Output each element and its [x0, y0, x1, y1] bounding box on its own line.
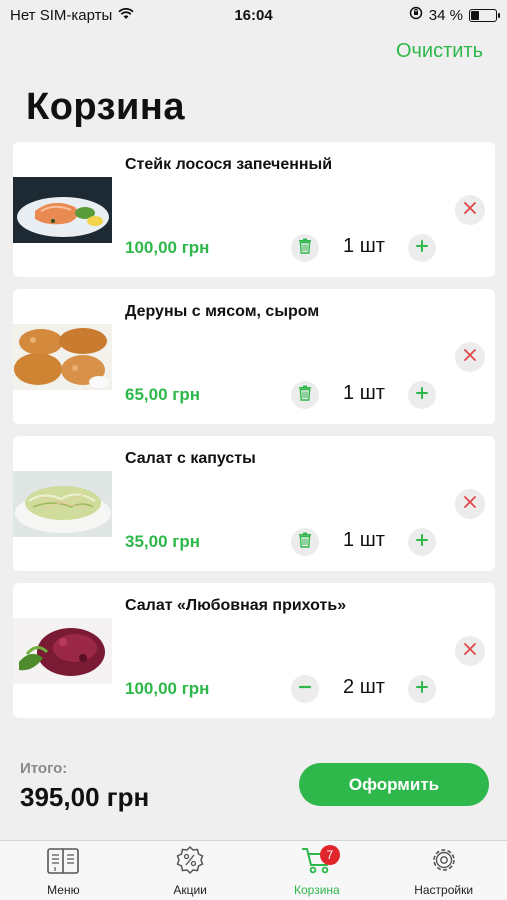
remove-item-button[interactable] [455, 636, 485, 666]
delete-item-button[interactable] [291, 234, 319, 262]
carrier-label: Нет SIM-карты [10, 6, 113, 24]
cart-item[interactable]: Салат с капусты 35,00 грн 1 шт [13, 436, 495, 571]
close-icon [464, 642, 476, 660]
remove-item-button[interactable] [455, 195, 485, 225]
tab-label: Меню [47, 883, 80, 897]
wifi-icon [118, 7, 134, 24]
plus-icon [416, 533, 428, 551]
tab-bar: Меню Акции 7 Корзина Настройки [0, 840, 507, 900]
decrease-quantity-button[interactable] [291, 675, 319, 703]
trash-icon [298, 238, 312, 259]
item-photo [13, 618, 112, 684]
remove-item-button[interactable] [455, 489, 485, 519]
battery-icon [469, 8, 500, 22]
increase-quantity-button[interactable] [408, 381, 436, 409]
item-name: Деруны с мясом, сыром [125, 303, 320, 320]
plus-icon [416, 386, 428, 404]
discount-icon [175, 845, 205, 880]
total-label: Итого: [20, 760, 68, 777]
tab-label: Акции [173, 883, 207, 897]
item-photo [13, 177, 112, 243]
close-icon [464, 348, 476, 366]
item-price: 100,00 грн [125, 679, 210, 698]
status-bar: Нет SIM-карты 16:04 34 % [0, 0, 507, 30]
delete-item-button[interactable] [291, 381, 319, 409]
item-photo [13, 471, 112, 537]
remove-item-button[interactable] [455, 342, 485, 372]
cart-badge: 7 [319, 845, 340, 865]
item-quantity: 1 шт [343, 529, 385, 551]
item-name: Салат «Любовная прихоть» [125, 597, 347, 614]
gear-icon [429, 845, 459, 880]
orientation-lock-icon [409, 6, 423, 24]
cart-item[interactable]: Стейк лосося запеченный 100,00 грн 1 шт [13, 142, 495, 277]
tab-menu[interactable]: Меню [0, 841, 127, 900]
clear-cart-button[interactable]: Очистить [396, 40, 483, 63]
close-icon [464, 201, 476, 219]
item-quantity: 2 шт [343, 676, 385, 698]
cart-item[interactable]: Деруны с мясом, сыром 65,00 грн 1 шт [13, 289, 495, 424]
plus-icon [416, 680, 428, 698]
plus-icon [416, 239, 428, 257]
checkout-button[interactable]: Оформить [299, 763, 489, 806]
item-quantity: 1 шт [343, 235, 385, 257]
item-price: 65,00 грн [125, 385, 200, 404]
trash-icon [298, 385, 312, 406]
tab-settings[interactable]: Настройки [380, 841, 507, 900]
cart-list: Стейк лосося запеченный 100,00 грн 1 шт [13, 142, 495, 730]
tab-label: Корзина [294, 883, 340, 897]
battery-percent: 34 % [428, 6, 463, 24]
item-name: Салат с капусты [125, 450, 256, 467]
minus-icon [298, 680, 312, 698]
page-title: Корзина [26, 86, 185, 128]
menu-book-icon [46, 847, 80, 880]
increase-quantity-button[interactable] [408, 528, 436, 556]
item-price: 35,00 грн [125, 532, 200, 551]
increase-quantity-button[interactable] [408, 675, 436, 703]
increase-quantity-button[interactable] [408, 234, 436, 262]
item-photo [13, 324, 112, 390]
close-icon [464, 495, 476, 513]
cart-item[interactable]: Салат «Любовная прихоть» 100,00 грн 2 шт [13, 583, 495, 718]
tab-promotions[interactable]: Акции [127, 841, 254, 900]
item-name: Стейк лосося запеченный [125, 156, 333, 173]
item-quantity: 1 шт [343, 382, 385, 404]
tab-cart[interactable]: 7 Корзина [254, 841, 381, 900]
delete-item-button[interactable] [291, 528, 319, 556]
total-value: 395,00 грн [20, 782, 150, 812]
item-price: 100,00 грн [125, 238, 210, 257]
trash-icon [298, 532, 312, 553]
tab-label: Настройки [414, 883, 474, 897]
